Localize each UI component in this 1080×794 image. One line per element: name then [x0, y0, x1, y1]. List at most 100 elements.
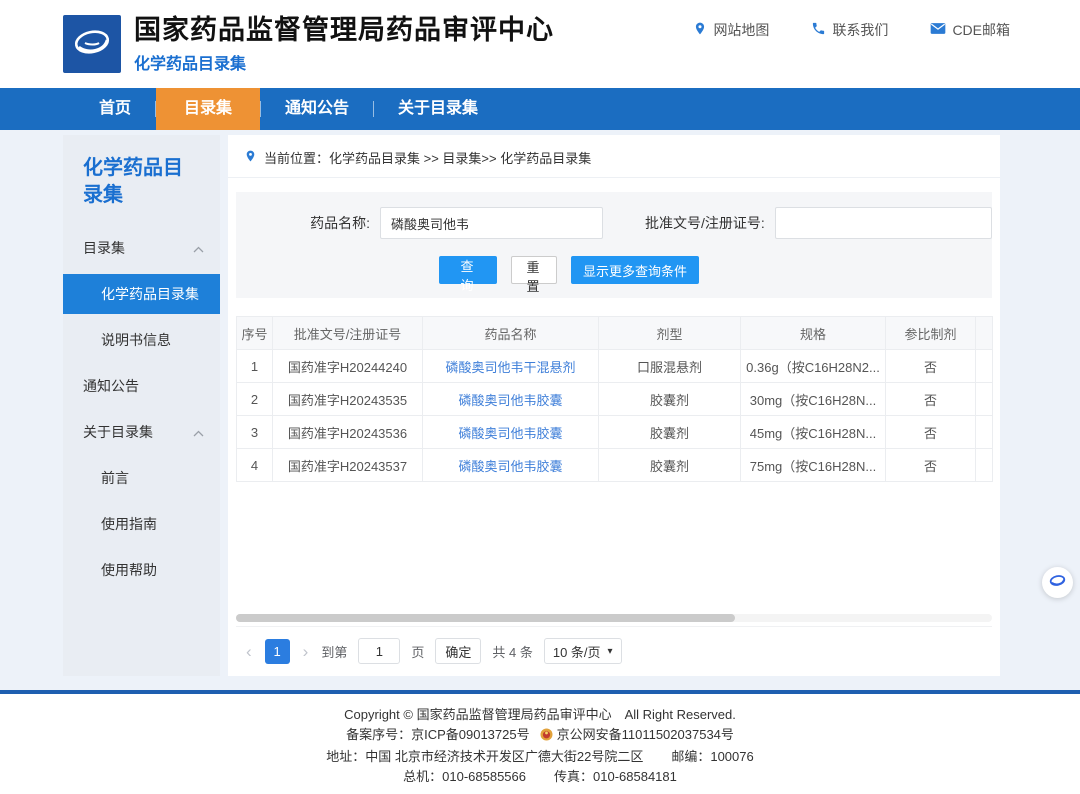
- cell-reference: 否: [886, 416, 976, 449]
- chevron-up-icon: [193, 424, 204, 440]
- scrollbar-thumb[interactable]: [236, 614, 735, 622]
- sidebar-item-label: 目录集: [83, 238, 125, 258]
- confirm-page-button[interactable]: 确定: [435, 638, 481, 664]
- search-buttons-row: 查询 重置 显示更多查询条件: [191, 256, 947, 284]
- pagination: ‹ 1 › 到第 页 确定 共 4 条 10 条/页 ▾: [236, 626, 992, 676]
- sidebar-title: 化学药品目录集: [63, 135, 220, 225]
- license-number-label: 批准文号/注册证号:: [603, 213, 775, 233]
- breadcrumb-text: 当前位置：化学药品目录集 >> 目录集>> 化学药品目录集: [264, 148, 591, 167]
- cell-dosage-form: 胶囊剂: [599, 449, 741, 482]
- sidebar-item-user-guide[interactable]: 使用指南: [63, 501, 220, 547]
- goto-page-input[interactable]: [358, 638, 400, 664]
- cde-logo[interactable]: [63, 15, 121, 73]
- prev-page-button[interactable]: ‹: [244, 643, 254, 660]
- location-pin-icon: [244, 149, 257, 166]
- cell-overflow: [976, 449, 993, 482]
- col-header-reference: 参比制剂: [886, 317, 976, 350]
- cell-reference: 否: [886, 383, 976, 416]
- address-text: 地址：中国 北京市经济技术开发区广德大街22号院二区: [326, 749, 643, 764]
- total-count-label: 共 4 条: [492, 642, 532, 661]
- nav-item-about-catalog[interactable]: 关于目录集: [374, 88, 502, 130]
- site-subtitle: 化学药品目录集: [134, 50, 554, 74]
- cde-swirl-icon: [1048, 571, 1067, 595]
- cell-license: 国药准字H20243536: [273, 416, 423, 449]
- page-size-select[interactable]: 10 条/页 ▾: [544, 638, 622, 664]
- content-panel: 当前位置：化学药品目录集 >> 目录集>> 化学药品目录集 药品名称: 批准文号…: [228, 135, 1000, 676]
- col-header-drug-name: 药品名称: [423, 317, 599, 350]
- cell-dosage-form: 胶囊剂: [599, 416, 741, 449]
- sidebar-item-help[interactable]: 使用帮助: [63, 547, 220, 593]
- location-pin-icon: [693, 21, 707, 39]
- brand-titles: 国家药品监督管理局药品审评中心 化学药品目录集: [134, 15, 554, 74]
- query-button[interactable]: 查询: [439, 256, 497, 284]
- col-header-license: 批准文号/注册证号: [273, 317, 423, 350]
- security-record: 京公网安备11011502037534号: [557, 727, 734, 742]
- license-number-input[interactable]: [775, 207, 992, 239]
- cell-spec: 45mg（按C16H28N...: [741, 416, 886, 449]
- reset-button[interactable]: 重置: [511, 256, 557, 284]
- sidebar: 化学药品目录集 目录集 化学药品目录集 说明书信息 通知公告 关于目录集 前言 …: [63, 135, 220, 676]
- sidebar-item-notices[interactable]: 通知公告: [63, 363, 220, 409]
- cell-reference: 否: [886, 350, 976, 383]
- sidebar-item-instructions-info[interactable]: 说明书信息: [63, 317, 220, 363]
- cell-license: 国药准字H20243537: [273, 449, 423, 482]
- page-header: 国家药品监督管理局药品审评中心 化学药品目录集 网站地图 联系我们 CDE邮箱: [0, 0, 1080, 88]
- icp-record: 备案序号：京ICP备09013725号: [346, 727, 530, 742]
- sidebar-item-preface[interactable]: 前言: [63, 455, 220, 501]
- cell-reference: 否: [886, 449, 976, 482]
- page-unit-label: 页: [411, 642, 424, 661]
- page-number-1[interactable]: 1: [265, 639, 290, 664]
- col-header-overflow: [976, 317, 993, 350]
- nav-item-catalog[interactable]: 目录集: [156, 88, 260, 130]
- breadcrumb: 当前位置：化学药品目录集 >> 目录集>> 化学药品目录集: [228, 135, 1000, 178]
- header-quick-links: 网站地图 联系我们 CDE邮箱: [693, 20, 1010, 40]
- cell-overflow: [976, 383, 993, 416]
- table-row: 3 国药准字H20243536 磷酸奥司他韦胶囊 胶囊剂 45mg（按C16H2…: [237, 416, 993, 449]
- envelope-icon: [930, 22, 946, 38]
- drug-name-link[interactable]: 磷酸奥司他韦胶囊: [423, 416, 599, 449]
- cde-mail-link[interactable]: CDE邮箱: [930, 20, 1010, 40]
- nav-item-home[interactable]: 首页: [75, 88, 155, 130]
- drug-name-label: 药品名称:: [236, 213, 380, 233]
- goto-page-label: 到第: [321, 642, 347, 661]
- search-fields-row: 药品名称: 批准文号/注册证号:: [236, 207, 992, 239]
- table-row: 2 国药准字H20243535 磷酸奥司他韦胶囊 胶囊剂 30mg（按C16H2…: [237, 383, 993, 416]
- drug-name-link[interactable]: 磷酸奥司他韦干混悬剂: [423, 350, 599, 383]
- sidebar-item-label: 关于目录集: [83, 422, 153, 442]
- address-line: 地址：中国 北京市经济技术开发区广德大街22号院二区邮编：100076: [0, 747, 1080, 767]
- cde-swirl-icon: [70, 20, 114, 69]
- sidebar-item-label: 前言: [101, 468, 129, 488]
- cell-dosage-form: 口服混悬剂: [599, 350, 741, 383]
- phone-icon: [811, 21, 826, 39]
- cell-license: 国药准字H20244240: [273, 350, 423, 383]
- drug-name-link[interactable]: 磷酸奥司他韦胶囊: [423, 449, 599, 482]
- sidebar-item-label: 使用帮助: [101, 560, 157, 580]
- cell-no: 4: [237, 449, 273, 482]
- site-title: 国家药品监督管理局药品审评中心: [134, 15, 554, 45]
- table-header-row: 序号 批准文号/注册证号 药品名称 剂型 规格 参比制剂: [237, 317, 993, 350]
- page-size-value: 10 条/页: [553, 642, 601, 661]
- main-nav: 首页 目录集 通知公告 关于目录集: [0, 88, 1080, 130]
- security-badge-icon: [540, 727, 553, 747]
- sidebar-item-label: 说明书信息: [101, 330, 171, 350]
- main-area: 化学药品目录集 目录集 化学药品目录集 说明书信息 通知公告 关于目录集 前言 …: [0, 130, 1080, 690]
- horizontal-scrollbar: [236, 614, 992, 622]
- floating-cde-button[interactable]: [1042, 567, 1073, 598]
- next-page-button[interactable]: ›: [301, 643, 311, 660]
- sitemap-link[interactable]: 网站地图: [693, 20, 769, 40]
- cell-no: 2: [237, 383, 273, 416]
- drug-name-link[interactable]: 磷酸奥司他韦胶囊: [423, 383, 599, 416]
- sidebar-item-about-group[interactable]: 关于目录集: [63, 409, 220, 455]
- fax-text: 传真：010-68584181: [554, 769, 677, 784]
- record-line: 备案序号：京ICP备09013725号 京公网安备11011502037534号: [0, 725, 1080, 747]
- cell-spec: 0.36g（按C16H28N2...: [741, 350, 886, 383]
- cell-no: 1: [237, 350, 273, 383]
- contact-link[interactable]: 联系我们: [811, 20, 888, 40]
- cell-dosage-form: 胶囊剂: [599, 383, 741, 416]
- cde-mail-label: CDE邮箱: [952, 20, 1010, 40]
- sidebar-item-label: 通知公告: [83, 376, 139, 396]
- more-conditions-button[interactable]: 显示更多查询条件: [571, 256, 699, 284]
- nav-item-notices[interactable]: 通知公告: [261, 88, 373, 130]
- sidebar-item-label: 使用指南: [101, 514, 157, 534]
- drug-name-input[interactable]: [380, 207, 603, 239]
